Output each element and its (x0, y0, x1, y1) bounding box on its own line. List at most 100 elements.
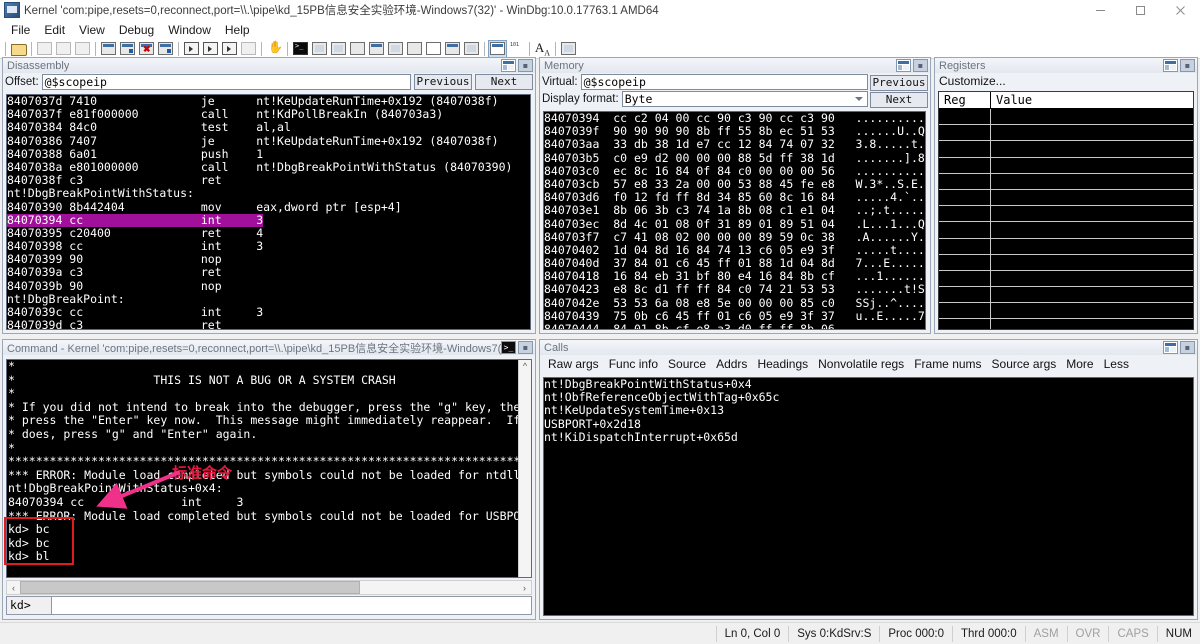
memory-row[interactable]: 840703aa 33 db 38 1d e7 cc 12 84 74 07 3… (544, 138, 925, 151)
memory-dump[interactable]: 84070394 cc c2 04 00 cc 90 c3 90 cc c3 9… (543, 111, 926, 330)
disassembly-line[interactable]: 84070386 7407 je nt!KeUpdateRunTime+0x19… (7, 134, 530, 148)
call-stack-frame[interactable]: USBPORT+0x2d18 (544, 417, 1193, 431)
close-button[interactable] (1160, 0, 1200, 20)
command-horizontal-scrollbar[interactable]: ‹ › (6, 580, 532, 595)
close-icon[interactable]: ▪ (1180, 59, 1195, 72)
calls-toolbar-headings[interactable]: Headings (752, 357, 813, 371)
registers-table-row[interactable] (939, 173, 1193, 190)
calls-toolbar-more[interactable]: More (1061, 357, 1098, 371)
disassembly-line[interactable]: 84070388 6a01 push 1 (7, 147, 530, 161)
close-icon[interactable]: ▪ (913, 59, 928, 72)
calls-toolbar-frame-nums[interactable]: Frame nums (909, 357, 986, 371)
disassembly-line[interactable]: 84070390 8b442404 mov eax,dword ptr [esp… (7, 200, 530, 214)
scratch-pad-icon[interactable] (424, 40, 443, 58)
disassembly-line[interactable]: 8407039a c3 ret (7, 266, 530, 279)
memory-row[interactable]: 840703c0 ec 8c 16 84 0f 84 c0 00 00 00 5… (544, 164, 925, 178)
menu-edit[interactable]: Edit (37, 22, 72, 38)
registers-table-row[interactable] (939, 303, 1193, 320)
scroll-right-icon[interactable]: › (518, 583, 531, 593)
registers-table[interactable]: Reg Value (938, 91, 1194, 330)
hscroll-track[interactable] (360, 581, 518, 594)
memory-row[interactable]: 840703ec 8d 4c 01 08 0f 31 89 01 89 51 0… (544, 217, 925, 231)
menu-file[interactable]: File (4, 22, 37, 38)
registers-table-row[interactable] (939, 254, 1193, 271)
command-input[interactable] (52, 597, 531, 614)
go-icon[interactable] (182, 40, 201, 58)
break-hand-icon[interactable] (265, 40, 284, 58)
copy-icon[interactable] (54, 40, 73, 58)
memory-row[interactable]: 840703b5 c0 e9 d2 00 00 00 88 5d ff 38 1… (544, 151, 925, 165)
step-into-icon[interactable] (99, 40, 118, 58)
registers-table-row[interactable] (939, 270, 1193, 288)
dock-icon[interactable] (1163, 59, 1178, 72)
command-window-icon[interactable] (291, 40, 310, 58)
menu-window[interactable]: Window (161, 22, 218, 38)
disassembly-line[interactable]: 84070394 cc int 3 (7, 213, 530, 227)
hscroll-thumb[interactable] (20, 581, 360, 594)
registers-table-row[interactable] (939, 319, 1193, 329)
registers-table-row[interactable] (939, 222, 1193, 239)
registers-customize-link[interactable]: Customize... (935, 73, 1197, 89)
calls-toolbar-source[interactable]: Source (663, 357, 711, 371)
offset-input[interactable]: @$scopeip (41, 73, 411, 90)
registers-table-row[interactable] (939, 125, 1193, 142)
menu-help[interactable]: Help (218, 22, 257, 38)
disassembly-line[interactable]: 8407039d c3 ret (7, 318, 530, 329)
close-icon[interactable]: ▪ (1180, 341, 1195, 354)
break-icon[interactable]: ✖ (137, 40, 156, 58)
locals-window-icon[interactable] (329, 40, 348, 58)
calls-toolbar-nonvolatile-regs[interactable]: Nonvolatile regs (813, 357, 909, 371)
menu-debug[interactable]: Debug (112, 22, 161, 38)
memory-row[interactable]: 840703f7 c7 41 08 02 00 00 00 89 59 0c 3… (544, 230, 925, 244)
dock-icon[interactable] (501, 59, 516, 72)
registers-table-row[interactable] (939, 287, 1193, 304)
menu-view[interactable]: View (72, 22, 112, 38)
step-over-icon[interactable] (118, 40, 137, 58)
disassembly-line[interactable]: 8407039b 90 nop (7, 279, 530, 293)
memory-row[interactable]: 8407042e 53 53 6a 08 e8 5e 00 00 00 85 c… (544, 296, 925, 310)
registers-table-row[interactable] (939, 238, 1193, 255)
dock-icon[interactable] (1163, 341, 1178, 354)
stop-debugging-icon[interactable] (239, 40, 258, 58)
disassembly-previous-button[interactable]: Previous (414, 73, 472, 90)
command-window-icon[interactable]: >_ (501, 341, 516, 354)
processes-threads-icon[interactable] (443, 40, 462, 58)
command-vertical-scrollbar[interactable]: ^ (518, 360, 531, 577)
close-icon[interactable]: ▪ (518, 341, 533, 354)
options-icon[interactable] (559, 40, 578, 58)
calls-toolbar-raw-args[interactable]: Raw args (543, 357, 604, 371)
calls-toolbar-less[interactable]: Less (1099, 357, 1134, 371)
registers-table-row[interactable] (939, 189, 1193, 207)
scroll-left-icon[interactable]: ‹ (7, 583, 20, 593)
go-unhandled-icon[interactable] (201, 40, 220, 58)
disassembly-listing[interactable]: 8407037d 7410 je nt!KeUpdateRunTime+0x19… (6, 94, 531, 330)
memory-row[interactable]: 84070444 84 01 8b cf e8 a3 d0 ff ff 8b 0… (544, 322, 925, 329)
minimize-button[interactable] (1080, 0, 1120, 20)
calls-toolbar-addrs[interactable]: Addrs (711, 357, 752, 371)
open-workspace-icon[interactable] (9, 40, 28, 58)
registers-table-row[interactable] (939, 109, 1193, 126)
virtual-input[interactable]: @$scopeip (580, 73, 868, 90)
memory-window-icon[interactable] (367, 40, 386, 58)
command-browser-icon[interactable] (462, 40, 481, 58)
display-format-select[interactable]: Byte (621, 90, 868, 107)
restart-icon[interactable] (156, 40, 175, 58)
maximize-button[interactable] (1120, 0, 1160, 20)
dock-icon[interactable] (896, 59, 911, 72)
calls-toolbar-func-info[interactable]: Func info (604, 357, 663, 371)
memory-next-button[interactable]: Next (870, 92, 928, 108)
disassembly-next-button[interactable]: Next (475, 73, 533, 90)
cut-icon[interactable] (35, 40, 54, 58)
command-output[interactable]: * * THIS IS NOT A BUG OR A SYSTEM CRASH … (6, 359, 532, 578)
memory-row[interactable]: 84070423 e8 8c d1 ff ff 84 c0 74 21 53 5… (544, 283, 925, 296)
close-icon[interactable]: ▪ (518, 59, 533, 72)
go-handled-icon[interactable] (220, 40, 239, 58)
source-mode-icon[interactable] (488, 39, 507, 58)
disassembly-line[interactable]: 84070384 84c0 test al,al (7, 121, 530, 134)
font-icon[interactable]: AA (533, 40, 552, 58)
registers-table-row[interactable] (939, 157, 1193, 174)
call-stack-window-icon[interactable] (386, 40, 405, 58)
registers-window-icon[interactable] (348, 40, 367, 58)
disassembly-window-icon[interactable] (405, 40, 424, 58)
disassembly-line[interactable]: nt!DbgBreakPointWithStatus: (7, 187, 530, 200)
